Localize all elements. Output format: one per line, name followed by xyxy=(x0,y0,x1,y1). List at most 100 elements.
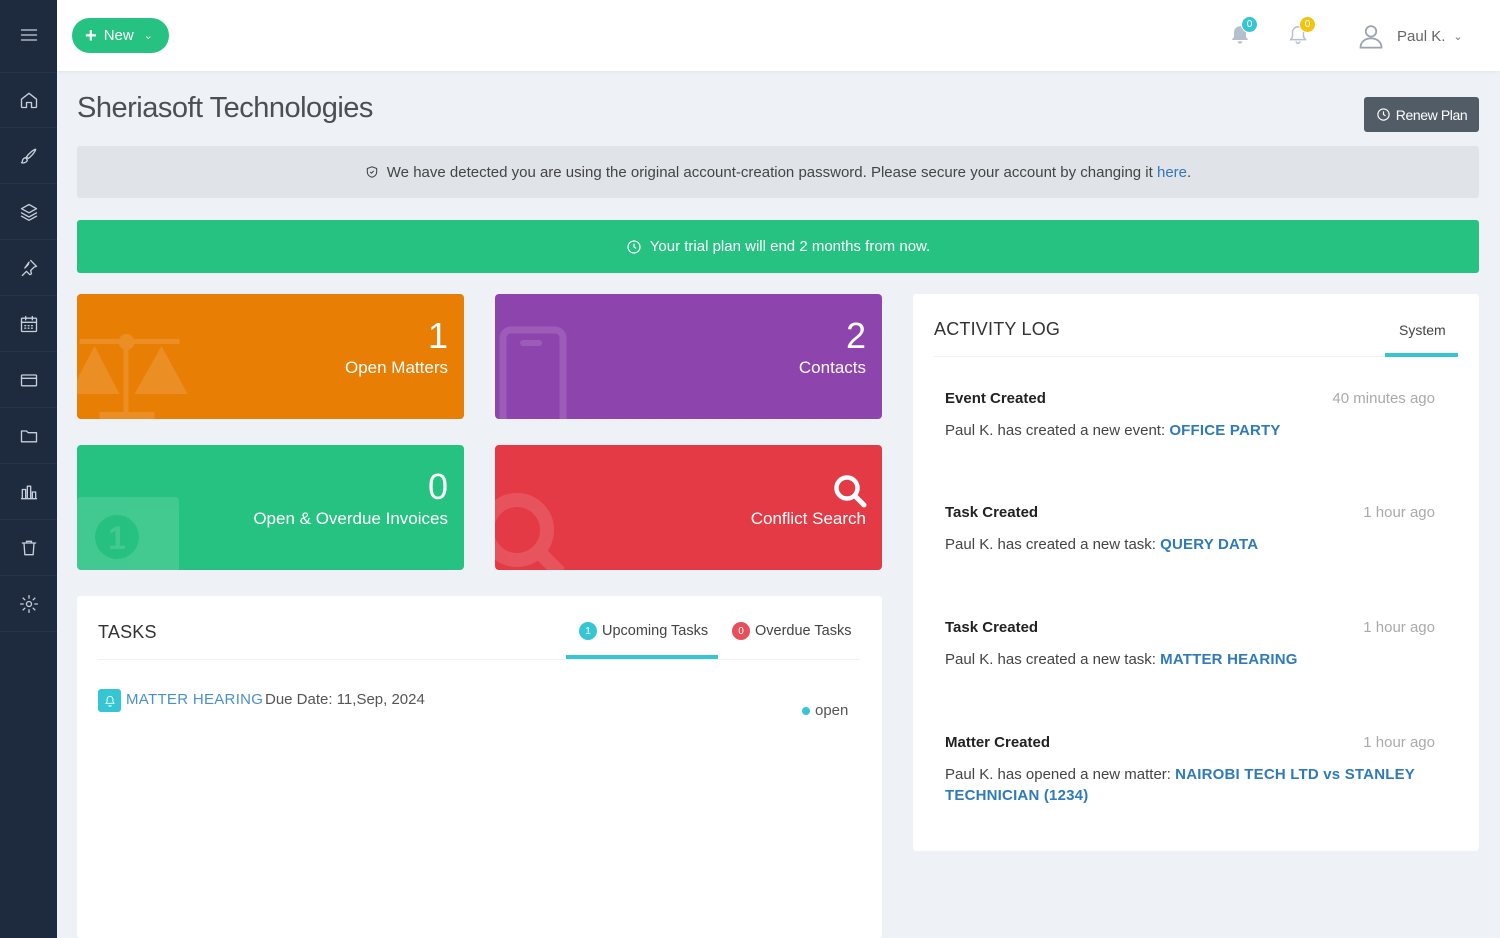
invoices-count: 0 xyxy=(427,466,448,507)
overdue-tab-label: Overdue Tasks xyxy=(755,623,852,639)
open-matters-label: Open Matters xyxy=(345,358,448,377)
activity-title: Task Created xyxy=(945,504,1039,521)
activity-log-card: ACTIVITY LOG System Event Created 40 min… xyxy=(913,294,1479,851)
activity-time: 1 hour ago xyxy=(1363,504,1435,521)
layers-icon xyxy=(20,203,37,221)
activity-title: Matter Created xyxy=(945,734,1051,751)
chevron-down-icon: ⌄ xyxy=(143,30,153,42)
settings-icon xyxy=(19,594,38,613)
calendar-icon xyxy=(20,315,37,332)
sidebar-item-files[interactable] xyxy=(0,408,57,464)
trash-icon xyxy=(21,540,36,555)
pin-icon xyxy=(21,259,37,276)
plus-icon: + xyxy=(85,24,97,47)
active-tab-indicator xyxy=(566,655,718,659)
shield-icon xyxy=(366,166,377,178)
activity-desc: Paul K. has created a new task: xyxy=(945,651,1161,668)
upcoming-tab-label: Upcoming Tasks xyxy=(602,623,709,639)
sidebar-item-trash[interactable] xyxy=(0,520,57,576)
sidebar-item-settings[interactable] xyxy=(0,576,57,632)
brush-icon xyxy=(20,148,36,164)
activity-log-title: ACTIVITY LOG xyxy=(934,319,1061,339)
activity-desc: Paul K. has created a new task: xyxy=(945,536,1161,553)
tab-upcoming-tasks[interactable]: 1 Upcoming Tasks xyxy=(579,622,708,640)
scales-icon xyxy=(77,334,188,419)
sidebar-item-calendar[interactable] xyxy=(0,296,57,352)
task-bell-icon xyxy=(98,689,121,712)
task-due-date: Due Date: 11,Sep, 2024 xyxy=(265,691,425,708)
tasks-card: TASKS 1 Upcoming Tasks 0 Overdue Tasks M… xyxy=(77,596,882,938)
overdue-count-badge: 0 xyxy=(732,622,750,640)
alerts-count-badge: 0 xyxy=(1299,16,1316,33)
renew-plan-label: Renew Plan xyxy=(1395,106,1468,123)
new-button-label: New xyxy=(103,27,134,44)
user-avatar-icon xyxy=(1359,25,1383,49)
contacts-count: 2 xyxy=(845,315,866,356)
sidebar-item-documents[interactable] xyxy=(0,184,57,240)
menu-icon xyxy=(20,29,37,41)
activity-time: 40 minutes ago xyxy=(1332,390,1435,407)
tab-system[interactable]: System xyxy=(1399,322,1446,338)
conflict-search-label: Conflict Search xyxy=(750,509,866,528)
page-title: Sheriasoft Technologies xyxy=(77,92,373,124)
activity-item: Task Created 1 hour ago Paul K. has crea… xyxy=(945,619,1435,670)
activity-time: 1 hour ago xyxy=(1363,734,1435,751)
notifications-count-badge: 0 xyxy=(1241,16,1258,33)
password-alert: We have detected you are using the origi… xyxy=(77,146,1479,198)
status-dot-icon xyxy=(802,706,810,715)
activity-title: Task Created xyxy=(945,619,1039,636)
activity-desc: Paul K. has created a new event: xyxy=(945,422,1170,439)
tabs-divider xyxy=(98,659,860,660)
open-matters-count: 1 xyxy=(427,315,448,356)
tile-open-matters[interactable]: 1 Open Matters xyxy=(77,294,464,419)
active-tab-indicator xyxy=(1385,353,1458,357)
tasks-title: TASKS xyxy=(98,622,157,642)
credit-card-icon xyxy=(20,373,37,386)
search-bg-icon xyxy=(495,493,565,570)
password-alert-text: We have detected you are using the origi… xyxy=(386,163,1157,181)
trial-alert-text: Your trial plan will end 2 months from n… xyxy=(649,238,931,255)
new-button[interactable]: + New ⌄ xyxy=(72,18,169,53)
sidebar xyxy=(0,0,57,938)
chevron-down-icon: ⌄ xyxy=(1453,30,1463,43)
sidebar-item-tasks[interactable] xyxy=(0,240,57,296)
activity-ref-link[interactable]: OFFICE PARTY xyxy=(1169,422,1280,439)
clock-icon xyxy=(1377,108,1390,121)
change-password-link[interactable]: here xyxy=(1157,164,1187,181)
activity-item: Event Created 40 minutes ago Paul K. has… xyxy=(945,390,1435,441)
svg-text:1: 1 xyxy=(108,520,126,556)
tile-invoices[interactable]: 1 0 Open & Overdue Invoices xyxy=(77,445,464,570)
contacts-label: Contacts xyxy=(798,358,866,377)
folder-icon xyxy=(20,429,37,442)
money-icon: 1 xyxy=(77,497,179,570)
phone-icon xyxy=(499,326,567,419)
activity-item: Task Created 1 hour ago Paul K. has crea… xyxy=(945,504,1435,555)
task-status: open xyxy=(802,702,848,719)
activity-ref-link[interactable]: MATTER HEARING xyxy=(1160,651,1298,668)
sidebar-item-reports[interactable] xyxy=(0,464,57,520)
bar-chart-icon xyxy=(20,485,37,499)
invoices-label: Open & Overdue Invoices xyxy=(253,509,448,528)
notifications-button[interactable]: 0 xyxy=(1229,16,1258,48)
clock-icon xyxy=(627,239,641,254)
trial-alert: Your trial plan will end 2 months from n… xyxy=(77,220,1479,273)
alerts-button[interactable]: 0 xyxy=(1287,16,1316,48)
search-icon xyxy=(834,475,867,508)
tile-contacts[interactable]: 2 Contacts xyxy=(495,294,882,419)
activity-time: 1 hour ago xyxy=(1363,619,1435,636)
activity-ref-link[interactable]: QUERY DATA xyxy=(1160,536,1258,553)
tile-conflict-search[interactable]: Conflict Search xyxy=(495,445,882,570)
renew-plan-button[interactable]: Renew Plan xyxy=(1364,97,1479,132)
top-bar: + New ⌄ 0 0 Paul K. ⌄ xyxy=(57,0,1500,71)
task-link[interactable]: MATTER HEARING xyxy=(126,691,263,708)
sidebar-item-matters[interactable] xyxy=(0,128,57,184)
menu-toggle-button[interactable] xyxy=(0,7,57,63)
tabs-divider xyxy=(934,356,1457,357)
home-icon xyxy=(20,92,37,109)
activity-desc: Paul K. has opened a new matter: xyxy=(945,766,1176,783)
user-menu[interactable]: Paul K. ⌄ xyxy=(1357,20,1463,52)
sidebar-item-billing[interactable] xyxy=(0,352,57,408)
tab-overdue-tasks[interactable]: 0 Overdue Tasks xyxy=(732,622,851,640)
user-name: Paul K. xyxy=(1397,27,1446,45)
sidebar-item-home[interactable] xyxy=(0,72,57,128)
